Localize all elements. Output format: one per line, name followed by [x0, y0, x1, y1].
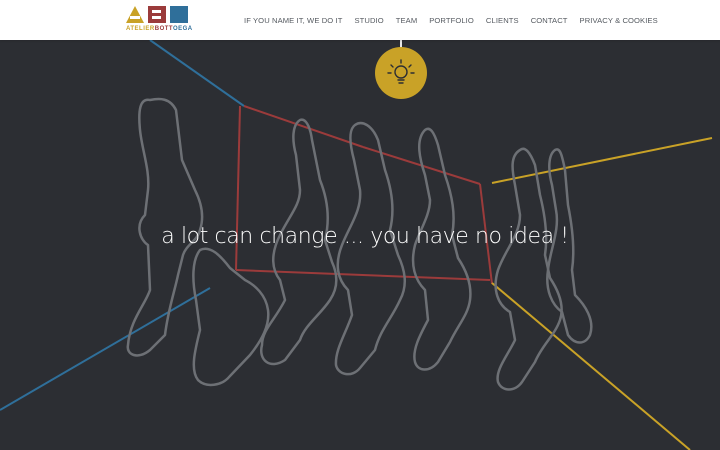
lightbulb-icon[interactable] [375, 47, 427, 99]
logo-wordmark: ATELIERBOTTOEGA [126, 26, 193, 32]
nav-item-contact[interactable]: CONTACT [531, 16, 568, 25]
hero-tagline: a lot can change ... you have no idea ! [161, 224, 569, 249]
nav-item-privacy-cookies[interactable]: PRIVACY & COOKIES [580, 16, 658, 25]
hero-section: a lot can change ... you have no idea ! [0, 40, 720, 450]
nav-item-team[interactable]: TEAM [396, 16, 418, 25]
site-logo[interactable]: ATELIERBOTTOEGA [126, 6, 192, 34]
main-nav: IF YOU NAME IT, WE DO IT STUDIO TEAM POR… [244, 13, 658, 27]
nav-item-if-you-name-it[interactable]: IF YOU NAME IT, WE DO IT [244, 16, 342, 25]
nav-item-studio[interactable]: STUDIO [354, 16, 383, 25]
nav-item-clients[interactable]: CLIENTS [486, 16, 519, 25]
site-header: ATELIERBOTTOEGA IF YOU NAME IT, WE DO IT… [0, 0, 720, 40]
nav-item-portfolio[interactable]: PORTFOLIO [429, 16, 474, 25]
atelier-bottega-logo-icon [126, 6, 188, 23]
